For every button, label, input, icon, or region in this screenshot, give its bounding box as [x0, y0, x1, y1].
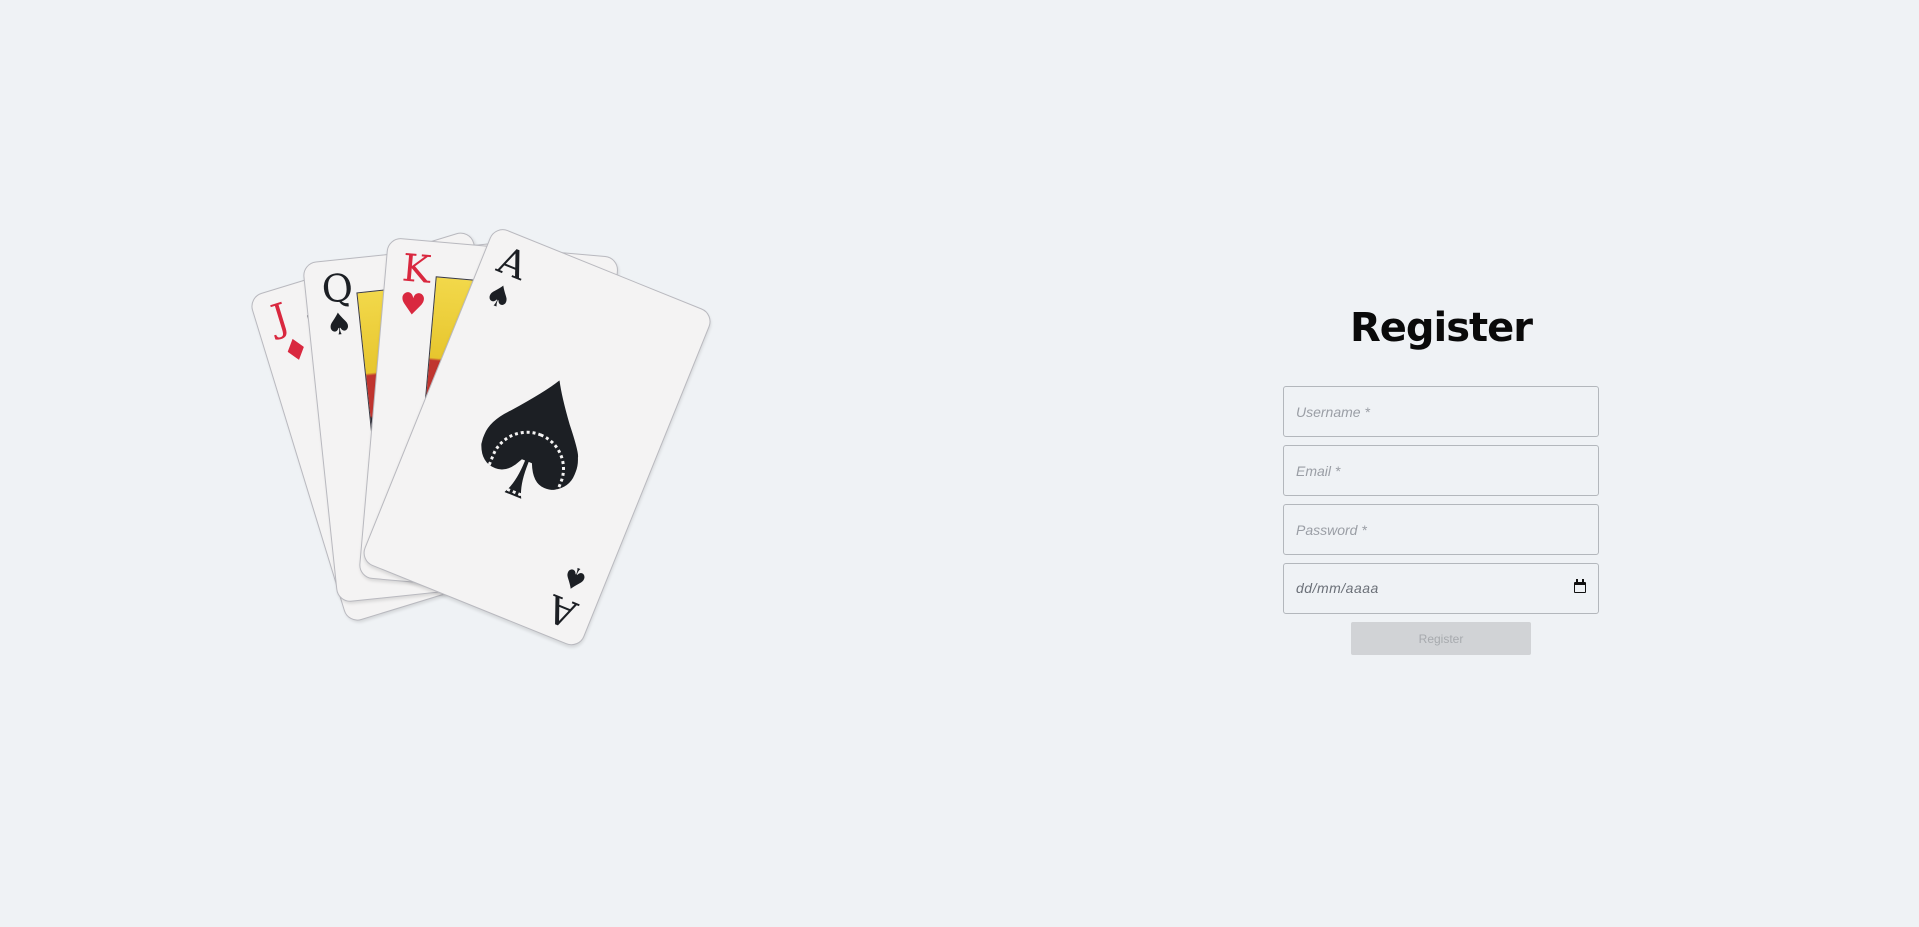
birthdate-input[interactable]: dd/mm/aaaa	[1283, 563, 1599, 614]
password-input[interactable]	[1284, 505, 1598, 554]
card-rank: Q	[319, 264, 356, 312]
date-placeholder: dd/mm/aaaa	[1296, 580, 1379, 596]
email-input[interactable]	[1284, 446, 1598, 495]
card-rank: K	[400, 245, 433, 292]
email-field-wrapper	[1283, 445, 1599, 496]
register-page: J ♦ Q ♠ K ♥ A ♠ ♠ ♠ A Register Username …	[0, 0, 1919, 927]
card-rank: A	[540, 585, 583, 637]
password-field-wrapper	[1283, 504, 1599, 555]
register-button[interactable]: Register	[1351, 622, 1531, 655]
page-title: Register	[1349, 305, 1533, 351]
register-form: Register dd/mm/aaaa Register	[1283, 300, 1599, 655]
diamond-icon: ♦	[278, 330, 315, 372]
username-input[interactable]	[1284, 387, 1598, 436]
spade-icon: ♠	[479, 275, 518, 319]
spade-icon: ♠	[323, 306, 355, 344]
heart-icon: ♥	[397, 286, 428, 324]
username-field-wrapper	[1283, 386, 1599, 437]
playing-cards-illustration: J ♦ Q ♠ K ♥ A ♠ ♠ ♠ A	[230, 225, 750, 705]
card-rank: J	[266, 294, 294, 341]
calendar-icon[interactable]	[1574, 579, 1586, 593]
